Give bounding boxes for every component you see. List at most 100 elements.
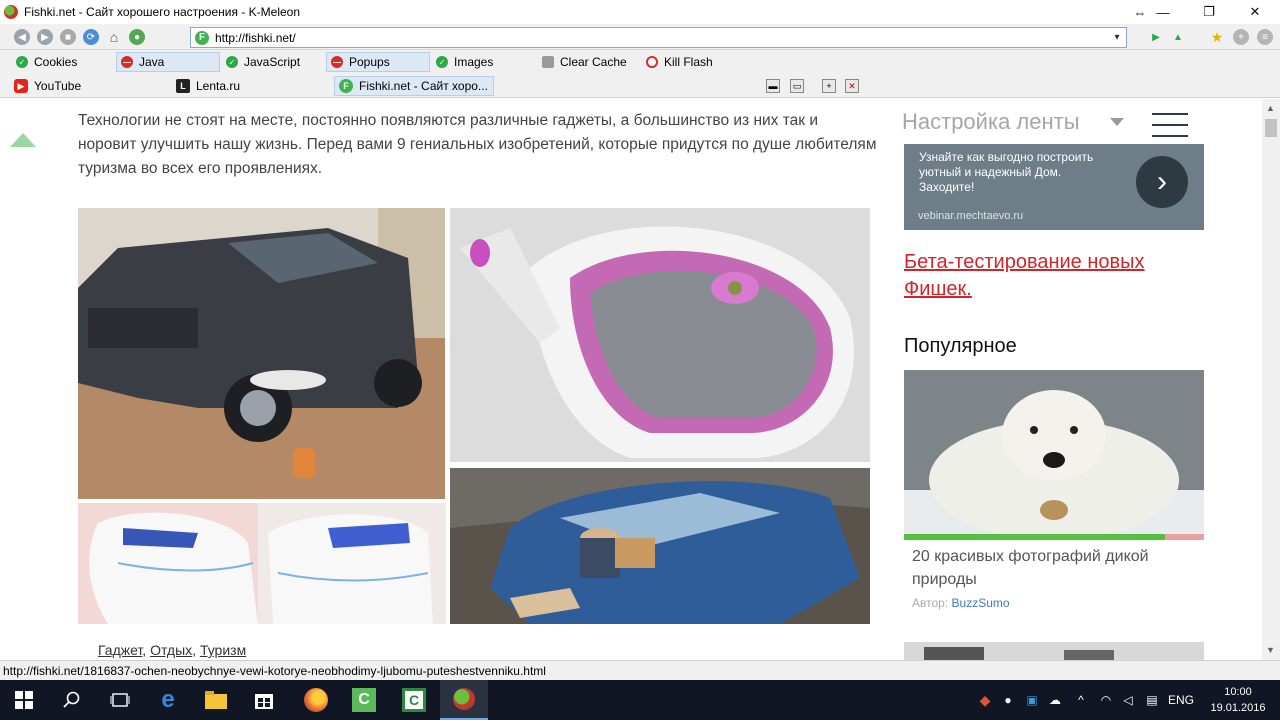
up-icon[interactable]: ▲ <box>1170 29 1186 45</box>
java-toggle[interactable]: — Java <box>116 52 220 72</box>
no-flash-icon <box>646 56 658 68</box>
fishki-favicon: F <box>195 30 209 45</box>
popular-item-author: Автор: BuzzSumo <box>912 596 1010 610</box>
menu-icon[interactable]: ≡ <box>1257 29 1273 45</box>
scroll-top-icon[interactable] <box>10 133 36 147</box>
tab-label: Lenta.ru <box>196 79 241 93</box>
fishki-icon: F <box>339 79 353 93</box>
firefox-icon <box>304 688 328 712</box>
tab-lenta[interactable]: L Lenta.ru <box>172 76 332 96</box>
popular-item-caption[interactable]: 20 красивых фотографий дикой природы <box>912 545 1192 591</box>
tab-fishki[interactable]: F Fishki.net - Сайт хоро... <box>334 76 494 96</box>
taskbar-app-green-1[interactable]: C <box>340 680 388 720</box>
window-title-bar: Fishki.net - Сайт хорошего настроения - … <box>0 0 1280 24</box>
chevron-right-icon[interactable]: › <box>1136 156 1188 208</box>
taskbar-clock[interactable]: 10:00 19.01.2016 <box>1210 684 1266 716</box>
clock-time: 10:00 <box>1224 686 1252 698</box>
search-button[interactable] <box>48 680 96 720</box>
check-icon: ✓ <box>436 56 448 68</box>
stop-icon[interactable]: ■ <box>60 29 76 45</box>
tag-link-rest[interactable]: Отдых <box>150 642 192 658</box>
feed-settings-title[interactable]: Настройка ленты <box>902 109 1080 135</box>
globe-icon[interactable]: ● <box>129 29 145 45</box>
taskbar-edge[interactable]: e <box>144 680 192 720</box>
beta-testing-link[interactable]: Бета-тестирование новых Фишек. <box>904 249 1204 303</box>
taskbar-app-green-2[interactable]: C <box>390 680 438 720</box>
chevron-down-icon[interactable] <box>1110 118 1124 126</box>
tag-separator: , <box>192 642 200 658</box>
taskbar-k-meleon[interactable] <box>440 680 488 720</box>
reload-icon[interactable]: ⟳ <box>83 29 99 45</box>
tab-minimize-icon[interactable]: ▬ <box>766 79 780 93</box>
javascript-toggle[interactable]: ✓ JavaScript <box>222 52 322 72</box>
ad-url: vebinar.mechtaevo.ru <box>918 210 1024 222</box>
photo-car-toilet[interactable] <box>78 208 445 499</box>
photo-gloves[interactable] <box>78 503 446 624</box>
scrollbar-thumb[interactable] <box>1265 119 1277 137</box>
images-label: Images <box>454 55 494 69</box>
page-scrollbar[interactable]: ▲ ▼ <box>1262 99 1280 660</box>
maximize-button[interactable]: ❐ <box>1186 0 1232 24</box>
bookmark-star-icon[interactable]: ★ <box>1209 29 1225 45</box>
task-view-button[interactable] <box>96 680 144 720</box>
notifications-icon[interactable]: ▤ <box>1142 680 1162 720</box>
popups-toggle[interactable]: — Popups <box>326 52 430 72</box>
tag-link-gadget[interactable]: Гаджет <box>98 642 142 658</box>
tab-label: YouTube <box>34 79 82 93</box>
volume-icon[interactable]: ◁ <box>1118 680 1138 720</box>
url-input[interactable]: http://fishki.net/ <box>215 31 1108 45</box>
start-button[interactable] <box>0 680 48 720</box>
kill-flash-button[interactable]: Kill Flash <box>642 52 742 72</box>
go-icon[interactable]: ▶ <box>1148 29 1164 45</box>
address-bar[interactable]: F http://fishki.net/ ▾ <box>190 27 1127 48</box>
tray-network-app-icon[interactable]: ▣ <box>1022 680 1042 720</box>
minimize-button[interactable]: — <box>1140 0 1186 24</box>
tag-separator: , <box>142 642 151 658</box>
popular-item-progress <box>904 534 1204 540</box>
photo-gadget-pod[interactable] <box>450 208 870 462</box>
scroll-down-icon[interactable]: ▼ <box>1266 645 1275 655</box>
clear-cache-label: Clear Cache <box>560 55 627 69</box>
page-viewport[interactable]: Технологии не стоят на месте, постоянно … <box>0 99 1262 660</box>
new-tab-icon[interactable]: + <box>822 79 836 93</box>
hamburger-menu-icon[interactable] <box>1152 113 1188 137</box>
home-icon[interactable]: ⌂ <box>106 29 122 45</box>
tab-restore-icon[interactable]: ▭ <box>790 79 804 93</box>
images-toggle[interactable]: ✓ Images <box>432 52 532 72</box>
popular-item-image-2[interactable] <box>904 642 1204 660</box>
cookies-label: Cookies <box>34 55 78 69</box>
taskbar-store[interactable] <box>240 680 288 720</box>
task-view-icon <box>110 693 130 707</box>
close-button[interactable]: ✕ <box>1232 0 1278 24</box>
taskbar-explorer[interactable] <box>192 680 240 720</box>
navigation-toolbar: ◀ ▶ ■ ⟳ ⌂ ● F http://fishki.net/ ▾ ▶ ▲ ★… <box>0 24 1280 50</box>
close-tab-icon[interactable]: ✕ <box>845 79 859 93</box>
clear-cache-button[interactable]: Clear Cache <box>538 52 638 72</box>
kill-flash-label: Kill Flash <box>664 55 713 69</box>
store-icon <box>255 694 273 709</box>
forward-icon[interactable]: ▶ <box>37 29 53 45</box>
cookies-toggle[interactable]: ✓ Cookies <box>12 52 112 72</box>
wifi-icon[interactable]: ◠ <box>1096 680 1116 720</box>
ad-banner[interactable]: Узнайте как выгодно построить уютный и н… <box>904 144 1204 230</box>
trash-icon <box>542 56 554 68</box>
add-icon[interactable]: + <box>1233 29 1249 45</box>
popular-item-image[interactable] <box>904 370 1204 540</box>
scroll-up-icon[interactable]: ▲ <box>1266 103 1275 113</box>
show-hidden-icons[interactable]: ^ <box>1072 680 1090 720</box>
tray-app-icon[interactable]: ◆ <box>974 680 996 720</box>
onedrive-icon[interactable]: ☁ <box>1044 680 1066 720</box>
tag-link-tourism[interactable]: Туризм <box>200 642 246 658</box>
article-intro: Технологии не стоят на месте, постоянно … <box>78 112 877 177</box>
tab-youtube[interactable]: ▶ YouTube <box>10 76 170 96</box>
back-icon[interactable]: ◀ <box>14 29 30 45</box>
status-url: http://fishki.net/1816837-ochen-neobychn… <box>3 663 546 678</box>
clock-date: 19.01.2016 <box>1210 702 1266 714</box>
popular-progress-fill <box>904 534 1165 540</box>
author-link[interactable]: BuzzSumo <box>952 596 1010 610</box>
language-indicator[interactable]: ENG <box>1166 680 1196 720</box>
tray-record-icon[interactable]: ● <box>998 680 1018 720</box>
taskbar-firefox[interactable] <box>292 680 340 720</box>
chevron-down-icon[interactable]: ▾ <box>1108 32 1126 43</box>
photo-car-roof-man[interactable] <box>450 468 870 624</box>
